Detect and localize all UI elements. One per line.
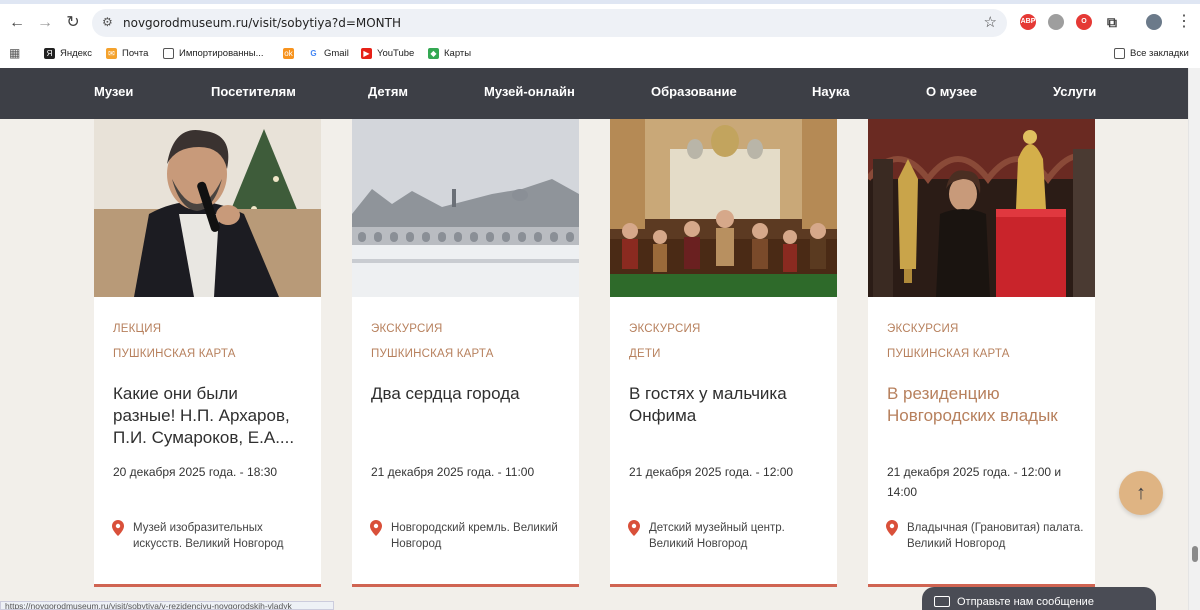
location-pin-icon (112, 520, 124, 536)
event-type-tag[interactable]: ЭКСКУРСИЯ (887, 323, 959, 335)
nav-item-museums[interactable]: Музеи (94, 84, 133, 99)
folder-icon (163, 47, 174, 59)
bookmark-youtube[interactable]: ▶ YouTube (361, 45, 414, 61)
location-pin-icon (628, 520, 640, 536)
bookmark-label: Почта (122, 47, 149, 59)
status-bar-url: https://novgorodmuseum.ru/visit/sobytiya… (0, 601, 334, 610)
folder-icon (1114, 47, 1125, 59)
bookmark-ok[interactable]: ok (283, 45, 299, 61)
bookmark-label: Карты (444, 47, 472, 59)
event-location: Владычная (Грановитая) палата. Великий Н… (907, 522, 1084, 550)
event-type-tag[interactable]: ЭКСКУРСИЯ (629, 323, 701, 335)
bookmark-label: Импортированны... (179, 47, 264, 59)
bookmark-label: Яндекс (60, 47, 92, 59)
nav-item-science[interactable]: Наука (812, 84, 850, 99)
event-type-tag[interactable]: ЭКСКУРСИЯ (371, 323, 443, 335)
extensions-puzzle-icon[interactable]: ⧉ (1104, 14, 1120, 30)
event-title[interactable]: Какие они были разные! Н.П. Архаров, П.И… (113, 383, 303, 449)
bookmarks-bar: ▦ Я Яндекс ✉ Почта Импортированны... ok GG… (0, 42, 1200, 64)
page-scrollbar[interactable] (1188, 68, 1200, 610)
adblock-icon[interactable]: ABP (1020, 14, 1036, 30)
event-image-puppets[interactable] (610, 119, 837, 297)
mail-icon: ✉ (106, 47, 117, 59)
apps-grid-icon[interactable]: ▦ (9, 45, 20, 61)
send-message-label: Отправьте нам сообщение (957, 596, 1094, 608)
location-pin-icon (370, 520, 382, 536)
youtube-icon: ▶ (361, 47, 372, 59)
reload-icon[interactable]: ↻ (62, 12, 84, 34)
event-image-winter-kremlin[interactable] (352, 119, 579, 297)
send-message-button[interactable]: Отправьте нам сообщение (922, 587, 1156, 610)
nav-item-children[interactable]: Детям (368, 84, 408, 99)
bookmark-gmail[interactable]: G Gmail (308, 45, 349, 61)
event-category-tag[interactable]: ПУШКИНСКАЯ КАРТА (887, 348, 1010, 360)
nav-item-education[interactable]: Образование (651, 84, 737, 99)
bookmark-star-icon[interactable]: ☆ (984, 13, 997, 31)
site-navigation: Музеи Посетителям Детям Музей-онлайн Обр… (0, 68, 1188, 119)
forward-icon[interactable]: → (34, 12, 56, 34)
event-card[interactable]: ЭКСКУРСИЯ ПУШКИНСКАЯ КАРТА Два сердца го… (352, 119, 579, 587)
event-image-lecturer[interactable] (94, 119, 321, 297)
event-category-tag[interactable]: ДЕТИ (629, 348, 661, 360)
event-location: Музей изобразительных искусств. Великий … (133, 522, 284, 550)
location-pin-icon (886, 520, 898, 536)
address-bar[interactable]: ⚙ novgorodmuseum.ru/visit/sobytiya?d=MON… (92, 9, 1007, 37)
event-date: 21 декабря 2025 года. - 12:00 и 14:00 (887, 465, 1062, 499)
event-card[interactable]: ЭКСКУРСИЯ ДЕТИ В гостях у мальчика Онфим… (610, 119, 837, 587)
event-type-tag[interactable]: ЛЕКЦИЯ (113, 323, 161, 335)
nav-item-about[interactable]: О музее (926, 84, 977, 99)
maps-icon: ◆ (428, 47, 439, 59)
opera-icon[interactable]: O (1076, 14, 1092, 30)
bookmark-label: Gmail (324, 47, 349, 59)
bookmark-maps[interactable]: ◆ Карты (428, 45, 471, 61)
bookmark-label: YouTube (377, 47, 415, 59)
back-icon[interactable]: ← (6, 12, 28, 34)
envelope-icon (934, 596, 950, 607)
event-card[interactable]: ЛЕКЦИЯ ПУШКИНСКАЯ КАРТА Какие они были р… (94, 119, 321, 587)
all-bookmarks[interactable]: Все закладки (1114, 45, 1189, 61)
site-info-icon[interactable]: ⚙ (102, 15, 113, 29)
event-title[interactable]: В гостях у мальчика Онфима (629, 383, 819, 427)
event-card[interactable]: ЭКСКУРСИЯ ПУШКИНСКАЯ КАРТА В резиденцию … (868, 119, 1095, 587)
nav-item-museum-online[interactable]: Музей-онлайн (484, 84, 575, 99)
arrow-up-icon: ↑ (1136, 482, 1146, 504)
yandex-icon: Я (44, 47, 55, 59)
google-icon: G (308, 47, 319, 59)
event-date: 20 декабря 2025 года. - 18:30 (113, 465, 278, 479)
event-date: 21 декабря 2025 года. - 12:00 (629, 465, 794, 479)
event-category-tag[interactable]: ПУШКИНСКАЯ КАРТА (113, 348, 236, 360)
browser-chrome: ← → ↻ ⚙ novgorodmuseum.ru/visit/sobytiya… (0, 0, 1200, 68)
event-title[interactable]: Два сердца города (371, 383, 561, 405)
bookmark-imported[interactable]: Импортированны... (163, 45, 264, 61)
ok-icon: ok (283, 47, 294, 59)
event-location: Новгородский кремль. Великий Новгород (391, 522, 558, 550)
extension-globe-icon[interactable] (1048, 14, 1064, 30)
event-date: 21 декабря 2025 года. - 11:00 (371, 465, 535, 479)
profile-avatar[interactable] (1146, 14, 1162, 30)
scrollbar-thumb[interactable] (1192, 546, 1198, 562)
nav-item-visitors[interactable]: Посетителям (211, 84, 296, 99)
bookmark-mail[interactable]: ✉ Почта (106, 45, 148, 61)
scroll-to-top-button[interactable]: ↑ (1119, 471, 1163, 515)
event-location: Детский музейный центр. Великий Новгород (649, 522, 785, 550)
all-bookmarks-label: Все закладки (1130, 47, 1189, 59)
url-text[interactable]: novgorodmuseum.ru/visit/sobytiya?d=MONTH (123, 16, 401, 30)
bookmark-yandex[interactable]: Я Яндекс (44, 45, 92, 61)
nav-item-services[interactable]: Услуги (1053, 84, 1096, 99)
event-title[interactable]: В резиденцию Новгородских владык (887, 383, 1077, 427)
event-category-tag[interactable]: ПУШКИНСКАЯ КАРТА (371, 348, 494, 360)
tab-strip (0, 0, 1200, 4)
event-image-treasury[interactable] (868, 119, 1095, 297)
browser-menu-icon[interactable]: ⋮ (1176, 11, 1192, 31)
